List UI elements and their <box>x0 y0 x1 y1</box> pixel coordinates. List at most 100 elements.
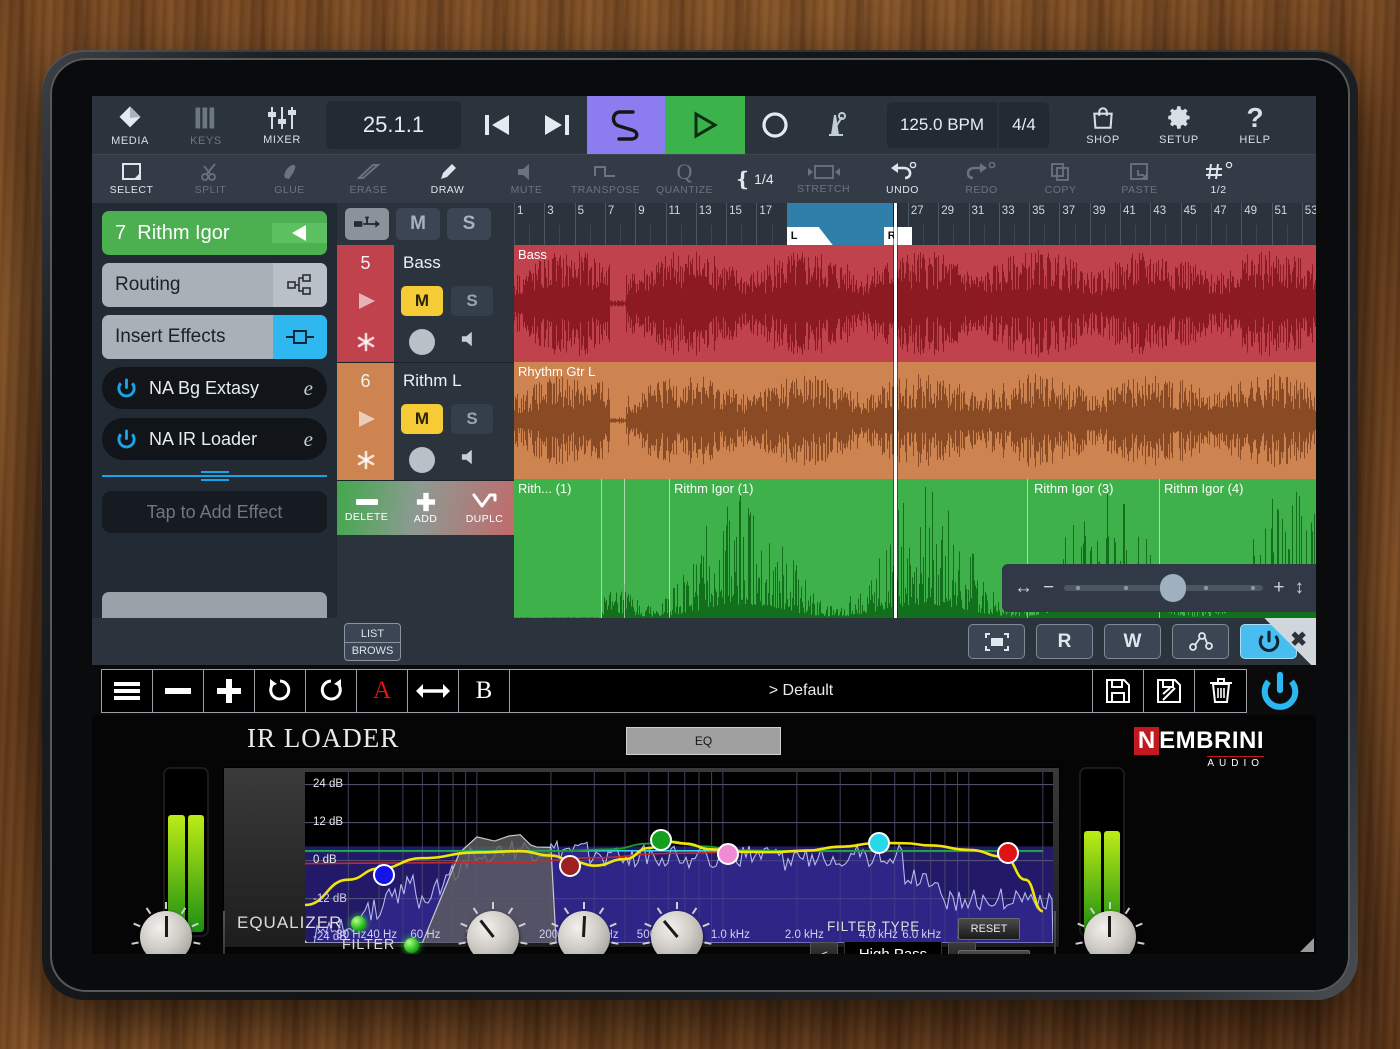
duplicate-track-button[interactable]: DUPLC <box>455 481 514 535</box>
add-effect-button[interactable]: Tap to Add Effect <box>102 491 327 533</box>
track-volume-icon[interactable] <box>459 448 481 472</box>
read-automation-button[interactable]: R <box>1036 624 1093 659</box>
rewind-button[interactable] <box>467 96 527 154</box>
power-icon[interactable] <box>116 429 137 450</box>
routing-button[interactable] <box>273 263 327 307</box>
tool-draw[interactable]: DRAW <box>408 155 487 203</box>
track-name[interactable]: Bass <box>394 245 514 281</box>
eq-band-handle-2[interactable] <box>559 855 581 877</box>
track-name[interactable]: Rithm L <box>394 363 514 399</box>
effect-slot[interactable]: NA IR Loader e <box>102 418 327 460</box>
loop-start-marker[interactable]: L <box>787 227 819 245</box>
loop-region[interactable]: LR <box>787 203 893 245</box>
eq-band-handle-4[interactable] <box>717 843 739 865</box>
help-button[interactable]: ? HELP <box>1217 96 1293 154</box>
track-record-arm-button[interactable] <box>337 322 394 363</box>
resize-handle[interactable] <box>1300 938 1314 952</box>
track-row[interactable]: 6 Rithm L M S <box>337 363 514 481</box>
track-volume-icon[interactable] <box>459 330 481 354</box>
record-button[interactable] <box>745 96 805 154</box>
clip-bass[interactable]: Bass <box>514 245 1316 362</box>
tab-eq[interactable]: EQ <box>626 727 781 755</box>
plugin-redo-button[interactable] <box>306 670 357 712</box>
effect-slot[interactable]: NA Bg Extasy e <box>102 367 327 409</box>
snap-selector[interactable]: ❴ 1/4 <box>724 155 784 203</box>
track-number-column[interactable]: 5 <box>337 245 394 362</box>
delete-track-button[interactable]: DELETE <box>337 481 396 535</box>
tool-paste[interactable]: PASTE <box>1100 155 1179 203</box>
equalizer-led[interactable] <box>351 916 366 931</box>
timeline-ruler[interactable]: 1357911131517192123252729313335373941434… <box>514 203 1316 245</box>
plugin-undo-button[interactable] <box>255 670 306 712</box>
close-icon[interactable]: ✖ <box>1290 627 1307 652</box>
effect-edit-button[interactable]: e <box>304 376 313 401</box>
tool-select[interactable]: SELECT <box>92 155 171 203</box>
tool-split[interactable]: SPLIT <box>171 155 250 203</box>
tool-quantize[interactable]: Q QUANTIZE <box>645 155 724 203</box>
tool-copy[interactable]: COPY <box>1021 155 1100 203</box>
setup-button[interactable]: SETUP <box>1141 96 1217 154</box>
tool-erase[interactable]: ERASE <box>329 155 408 203</box>
track-solo-button[interactable]: S <box>451 286 493 316</box>
delete-preset-button[interactable] <box>1195 670 1246 712</box>
plugin-menu-button[interactable] <box>102 670 153 712</box>
tool-redo[interactable]: REDO <box>942 155 1021 203</box>
keys-button[interactable]: KEYS <box>168 96 244 154</box>
playhead[interactable] <box>894 203 897 618</box>
zoom-out-button[interactable]: − <box>1043 577 1054 599</box>
track-number-column[interactable]: 6 <box>337 363 394 480</box>
eq-band-handle-1[interactable] <box>373 864 395 886</box>
eq-band-handle-6[interactable] <box>997 842 1019 864</box>
save-preset-button[interactable] <box>1093 670 1144 712</box>
forward-button[interactable] <box>527 96 587 154</box>
zoom-slider[interactable] <box>1064 585 1263 591</box>
ab-swap-button[interactable] <box>408 670 459 712</box>
tool-mute[interactable]: MUTE <box>487 155 566 203</box>
selected-track-row[interactable]: 7 Rithm Igor <box>102 211 327 255</box>
q-factor-knob[interactable] <box>558 911 610 954</box>
play-button[interactable] <box>665 96 745 154</box>
mute-all-button[interactable]: M <box>396 208 440 240</box>
eq-band-handle-5[interactable] <box>868 832 890 854</box>
compare-a-button[interactable]: A <box>357 670 408 712</box>
clip-rhythm-gtr-l[interactable]: Rhythm Gtr L <box>514 362 1316 479</box>
track-monitor-button[interactable] <box>337 399 394 440</box>
zoom-in-button[interactable]: + <box>1273 577 1284 599</box>
effect-insert-divider[interactable] <box>102 469 327 483</box>
gain-knob[interactable] <box>467 911 519 954</box>
track-pan-knob[interactable] <box>409 329 435 355</box>
insert-effects-button[interactable] <box>273 315 327 359</box>
tool-undo[interactable]: UNDO <box>863 155 942 203</box>
tool-transpose[interactable]: TRANSPOSE <box>566 155 645 203</box>
zoom-slider-knob[interactable] <box>1160 574 1186 602</box>
add-track-button[interactable]: ADD <box>396 481 455 535</box>
save-as-preset-button[interactable] <box>1144 670 1195 712</box>
preset-prev-button[interactable] <box>153 670 204 712</box>
metronome-button[interactable] <box>805 96 865 154</box>
preset-next-button[interactable] <box>204 670 255 712</box>
vertical-zoom-icon[interactable]: ↕ <box>1295 577 1305 599</box>
media-button[interactable]: MEDIA <box>92 96 168 154</box>
track-mute-button[interactable]: M <box>401 404 443 434</box>
track-pan-knob[interactable] <box>409 447 435 473</box>
plugin-close-corner[interactable]: ✖ <box>1260 618 1316 665</box>
arrange-view[interactable]: 1357911131517192123252729313335373941434… <box>514 203 1316 618</box>
track-record-arm-button[interactable] <box>337 440 394 481</box>
effect-edit-button[interactable]: e <box>304 427 313 452</box>
eq-band-handle-3[interactable] <box>650 829 672 851</box>
routing-row[interactable]: Routing <box>102 263 327 307</box>
shop-button[interactable]: SHOP <box>1065 96 1141 154</box>
position-display[interactable]: 25.1.1 <box>326 101 461 149</box>
input-knob[interactable] <box>140 911 192 954</box>
time-signature-display[interactable]: 4/4 <box>999 102 1049 148</box>
route-all-button[interactable] <box>345 208 389 240</box>
loop-button[interactable] <box>587 96 665 154</box>
track-monitor-button[interactable] <box>337 281 394 322</box>
filter-led[interactable] <box>404 938 419 953</box>
filter-type-prev-button[interactable]: < <box>810 942 838 954</box>
reset-all-button[interactable]: RESET ALL <box>958 950 1030 954</box>
loop-end-marker[interactable]: R <box>884 227 912 245</box>
plugin-power-button[interactable] <box>1259 671 1301 713</box>
frequency-knob[interactable] <box>651 911 703 954</box>
zoom-widget[interactable]: ↔ − + ↕ <box>1002 564 1316 612</box>
